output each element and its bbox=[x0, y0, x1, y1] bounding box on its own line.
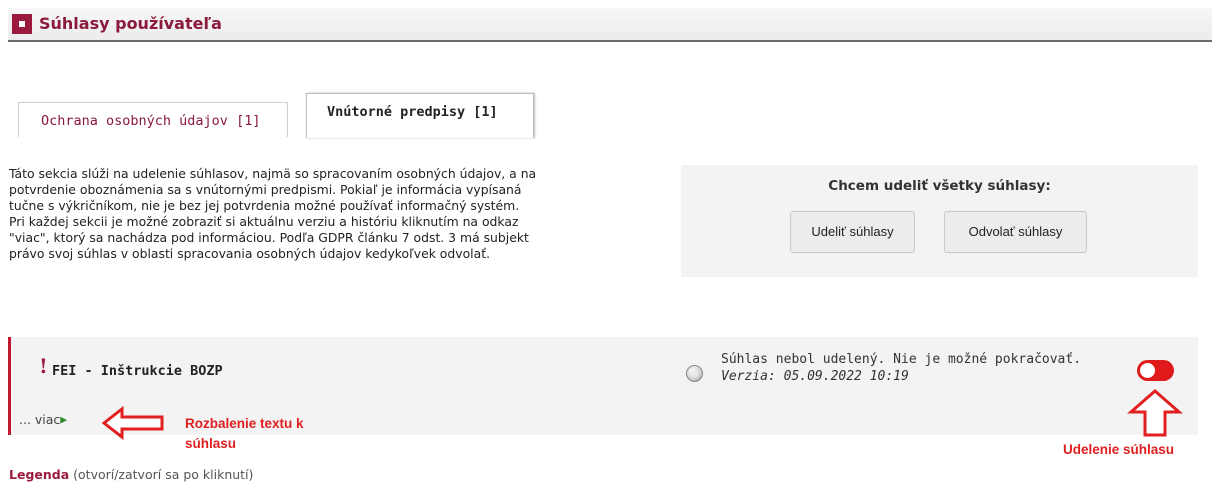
page-header: Súhlasy používateľa bbox=[8, 8, 1212, 42]
version-text: Verzia: 05.09.2022 10:19 bbox=[721, 369, 909, 384]
legend-hint: (otvorí/zatvorí sa po kliknutí) bbox=[73, 467, 254, 482]
consent-toggle[interactable] bbox=[1137, 360, 1174, 381]
consent-all-panel: Chcem udeliť všetky súhlasy: Udeliť súhl… bbox=[681, 165, 1198, 277]
tab-personal-data[interactable]: Ochrana osobných údajov [1] bbox=[18, 102, 288, 137]
section-description: Táto sekcia slúži na udelenie súhlasov, … bbox=[9, 166, 669, 262]
description-line: "viac", ktorý sa nachádza pod informácio… bbox=[9, 230, 529, 245]
more-link[interactable]: ... viac▶ bbox=[19, 412, 67, 427]
triangle-right-icon: ▶ bbox=[60, 415, 68, 426]
required-exclamation-icon: ! bbox=[39, 354, 48, 378]
grant-consents-button[interactable]: Udeliť súhlasy bbox=[790, 211, 915, 253]
consent-status: Súhlas nebol udelený. Nie je možné pokra… bbox=[721, 351, 1081, 385]
revoke-consents-button[interactable]: Odvolať súhlasy bbox=[944, 211, 1087, 253]
status-message: Súhlas nebol udelený. Nie je možné pokra… bbox=[721, 352, 1082, 367]
description-line: potvrdenie oboznámenia sa s vnútornými p… bbox=[9, 182, 522, 197]
page-title: Súhlasy používateľa bbox=[39, 14, 222, 33]
consent-name: FEI - Inštrukcie BOZP bbox=[52, 363, 223, 379]
legend-label: Legenda bbox=[9, 467, 70, 482]
more-link-label: ... viac bbox=[19, 412, 61, 427]
description-line: Táto sekcia slúži na udelenie súhlasov, … bbox=[9, 166, 537, 181]
up-arrow-annotation-icon bbox=[1127, 389, 1183, 437]
consent-all-heading: Chcem udeliť všetky súhlasy: bbox=[828, 178, 1051, 194]
square-marker-icon bbox=[12, 14, 32, 34]
description-line: právo svoj súhlas v oblasti spracovania … bbox=[9, 246, 491, 261]
description-line: Pri každej sekcii je možné zobraziť si a… bbox=[9, 214, 519, 229]
grant-consent-annotation: Udelenie súhlasu bbox=[1063, 442, 1175, 457]
left-arrow-annotation-icon bbox=[101, 405, 164, 441]
legend-toggle[interactable]: Legenda (otvorí/zatvorí sa po kliknutí) bbox=[9, 467, 253, 482]
expand-text-annotation: Rozbalenie textu k súhlasu bbox=[185, 416, 304, 451]
status-radio-icon bbox=[686, 365, 703, 382]
tab-internal-regulations[interactable]: Vnútorné predpisy [1] bbox=[306, 93, 534, 138]
description-line: tučne s výkričníkom, nie je bez jej potv… bbox=[9, 198, 520, 213]
